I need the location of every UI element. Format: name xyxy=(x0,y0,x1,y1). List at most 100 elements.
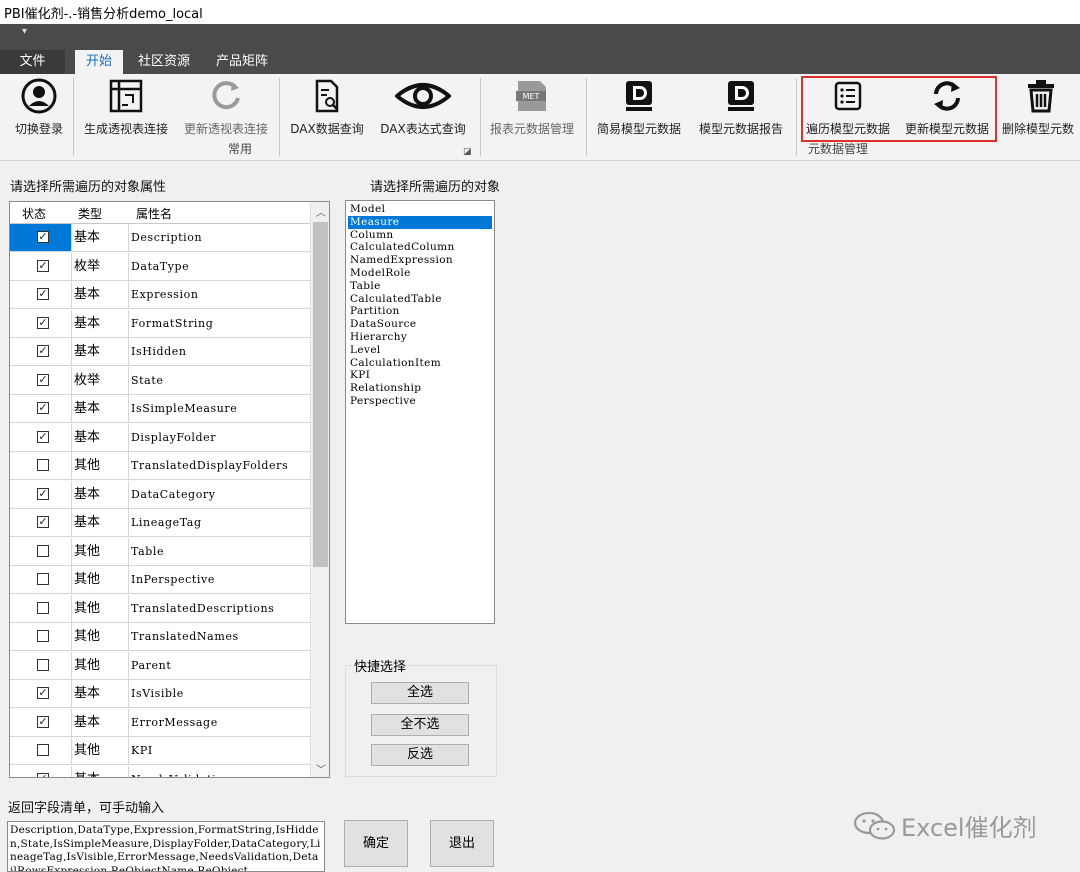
list-item[interactable]: Level xyxy=(348,344,492,357)
row-checkbox[interactable]: ✓ xyxy=(37,373,49,386)
table-row[interactable]: ✓ 基本 ErrorMessage xyxy=(10,708,310,737)
trash-icon xyxy=(1028,80,1054,113)
table-row[interactable]: ✓ 基本 FormatString xyxy=(10,309,310,338)
table-row[interactable]: 其他 TranslatedNames xyxy=(10,623,310,651)
row-checkbox[interactable] xyxy=(37,630,49,642)
list-item[interactable]: DataSource xyxy=(348,318,492,331)
tab-community[interactable]: 社区资源 xyxy=(130,50,198,74)
row-checkbox[interactable]: ✓ xyxy=(37,259,49,272)
header-status: 状态 xyxy=(22,207,47,221)
table-row[interactable]: ✓ 基本 LineageTag xyxy=(10,509,310,537)
table-row[interactable]: 其他 TranslatedDisplayFolders xyxy=(10,452,310,480)
status-cell: ✓ xyxy=(10,765,72,777)
row-checkbox[interactable] xyxy=(37,744,49,756)
delete-model-metadata-button[interactable]: 删除模型元数 xyxy=(1002,78,1080,138)
row-checkbox[interactable]: ✓ xyxy=(37,402,49,414)
row-checkbox[interactable]: ✓ xyxy=(37,231,49,243)
eye-icon xyxy=(395,83,451,109)
table-row[interactable]: 其他 TranslatedDescriptions xyxy=(10,594,310,623)
list-item[interactable]: Hierarchy xyxy=(348,331,492,344)
report-metadata-button[interactable]: MET 报表元数据管理 xyxy=(486,78,578,138)
status-cell xyxy=(10,623,72,650)
type-cell: 基本 xyxy=(71,680,129,707)
create-pivot-connection-button[interactable]: 生成透视表连接 xyxy=(80,78,172,138)
row-checkbox[interactable]: ✓ xyxy=(37,772,49,777)
table-row[interactable]: ✓ 基本 IsHidden xyxy=(10,338,310,366)
list-item[interactable]: CalculationItem xyxy=(348,357,492,370)
row-checkbox[interactable]: ✓ xyxy=(37,345,49,357)
scroll-down-icon[interactable]: ﹀ xyxy=(316,761,326,776)
table-row[interactable]: ✓ 基本 IsSimpleMeasure xyxy=(10,395,310,423)
list-item[interactable]: Table xyxy=(348,280,492,293)
objects-listbox[interactable]: Model Measure Column CalculatedColumn NamedE… xyxy=(345,200,495,624)
switch-login-label: 切换登录 xyxy=(14,122,63,136)
tab-home[interactable]: 开始 xyxy=(75,50,123,74)
row-checkbox[interactable] xyxy=(37,658,49,671)
table-row[interactable]: ✓ 基本 IsVisible xyxy=(10,680,310,708)
table-row[interactable]: ✓ 基本 DataCategory xyxy=(10,480,310,509)
ribbon-separator xyxy=(480,78,481,156)
table-row[interactable]: 其他 KPI xyxy=(10,737,310,765)
group-label-metadata: 元数据管理 xyxy=(808,142,869,156)
invert-selection-button[interactable]: 反选 xyxy=(371,744,469,766)
list-item[interactable]: CalculatedTable xyxy=(348,293,492,306)
simple-model-metadata-button[interactable]: 简易模型元数据 xyxy=(592,78,686,138)
dialog-launcher-icon[interactable]: ◪ xyxy=(463,147,472,157)
update-pivot-connection-button[interactable]: 更新透视表连接 xyxy=(180,78,272,138)
exit-button[interactable]: 退出 xyxy=(430,820,494,867)
list-item[interactable]: ModelRole xyxy=(348,267,492,280)
row-checkbox[interactable] xyxy=(37,601,49,614)
table-row[interactable]: ✓ 基本 DisplayFolder xyxy=(10,423,310,452)
row-checkbox[interactable] xyxy=(37,573,49,585)
list-item[interactable]: KPI xyxy=(348,369,492,382)
list-item[interactable]: CalculatedColumn xyxy=(348,241,492,254)
grid-scrollbar[interactable]: ︿ ﹀ xyxy=(310,202,329,777)
list-item[interactable]: Partition xyxy=(348,305,492,318)
row-checkbox[interactable]: ✓ xyxy=(37,288,49,300)
list-item[interactable]: Perspective xyxy=(348,395,492,408)
table-row[interactable]: ✓ 基本 Description xyxy=(10,224,310,252)
table-row[interactable]: ✓ 枚举 DataType xyxy=(10,252,310,281)
row-checkbox[interactable]: ✓ xyxy=(37,316,49,329)
type-cell: 其他 xyxy=(71,737,129,764)
dax-data-query-button[interactable]: DAX数据查询 xyxy=(285,78,369,138)
properties-grid[interactable]: 状态 类型 属性名 ✓ 基本 Description ✓ 枚举 DataType ✓ 基本 Ex… xyxy=(9,201,330,778)
row-checkbox[interactable]: ✓ xyxy=(37,687,49,699)
row-checkbox[interactable] xyxy=(37,459,49,471)
scroll-thumb[interactable] xyxy=(313,222,328,567)
delete-model-metadata-label: 删除模型元数 xyxy=(1002,122,1075,136)
select-all-button[interactable]: 全选 xyxy=(371,682,469,704)
table-row[interactable]: 其他 Table xyxy=(10,537,310,566)
list-item[interactable]: Column xyxy=(348,229,492,242)
table-row[interactable]: ✓ 枚举 State xyxy=(10,366,310,395)
row-checkbox[interactable]: ✓ xyxy=(37,715,49,728)
status-cell xyxy=(10,594,72,622)
table-row[interactable]: ✓ 基本 Expression xyxy=(10,281,310,309)
switch-login-button[interactable]: 切换登录 xyxy=(10,78,68,138)
property-name-cell: Table xyxy=(131,544,165,558)
list-item[interactable]: NamedExpression xyxy=(348,254,492,267)
row-checkbox[interactable]: ✓ xyxy=(37,487,49,500)
row-checkbox[interactable]: ✓ xyxy=(37,516,49,528)
table-row[interactable]: 其他 Parent xyxy=(10,651,310,680)
quick-select-label: 快捷选择 xyxy=(352,656,409,675)
table-row[interactable]: ✓ 基本NeedsValidation xyxy=(10,765,310,777)
tab-file[interactable]: 文件 xyxy=(0,50,65,74)
row-checkbox[interactable] xyxy=(37,544,49,557)
customize-dropdown-icon[interactable]: ▾ xyxy=(22,26,27,37)
model-metadata-report-button[interactable]: 模型元数据报告 xyxy=(694,78,788,138)
type-cell: 基本 xyxy=(71,480,129,508)
table-row[interactable]: 其他 InPerspective xyxy=(10,566,310,594)
list-item[interactable]: Measure xyxy=(348,215,492,229)
status-cell xyxy=(10,537,72,565)
output-textbox[interactable]: Description,DataType,Expression,FormatSt… xyxy=(7,821,325,872)
dax-expression-query-button[interactable]: DAX表达式查询 xyxy=(376,78,470,138)
row-checkbox[interactable]: ✓ xyxy=(37,430,49,443)
select-none-button[interactable]: 全不选 xyxy=(371,714,469,736)
list-item[interactable]: Relationship xyxy=(348,382,492,395)
property-name-cell: Parent xyxy=(131,658,172,672)
list-item[interactable]: Model xyxy=(348,203,492,216)
scroll-up-icon[interactable]: ︿ xyxy=(316,204,326,219)
ok-button[interactable]: 确定 xyxy=(344,820,408,867)
tab-products[interactable]: 产品矩阵 xyxy=(208,50,276,74)
